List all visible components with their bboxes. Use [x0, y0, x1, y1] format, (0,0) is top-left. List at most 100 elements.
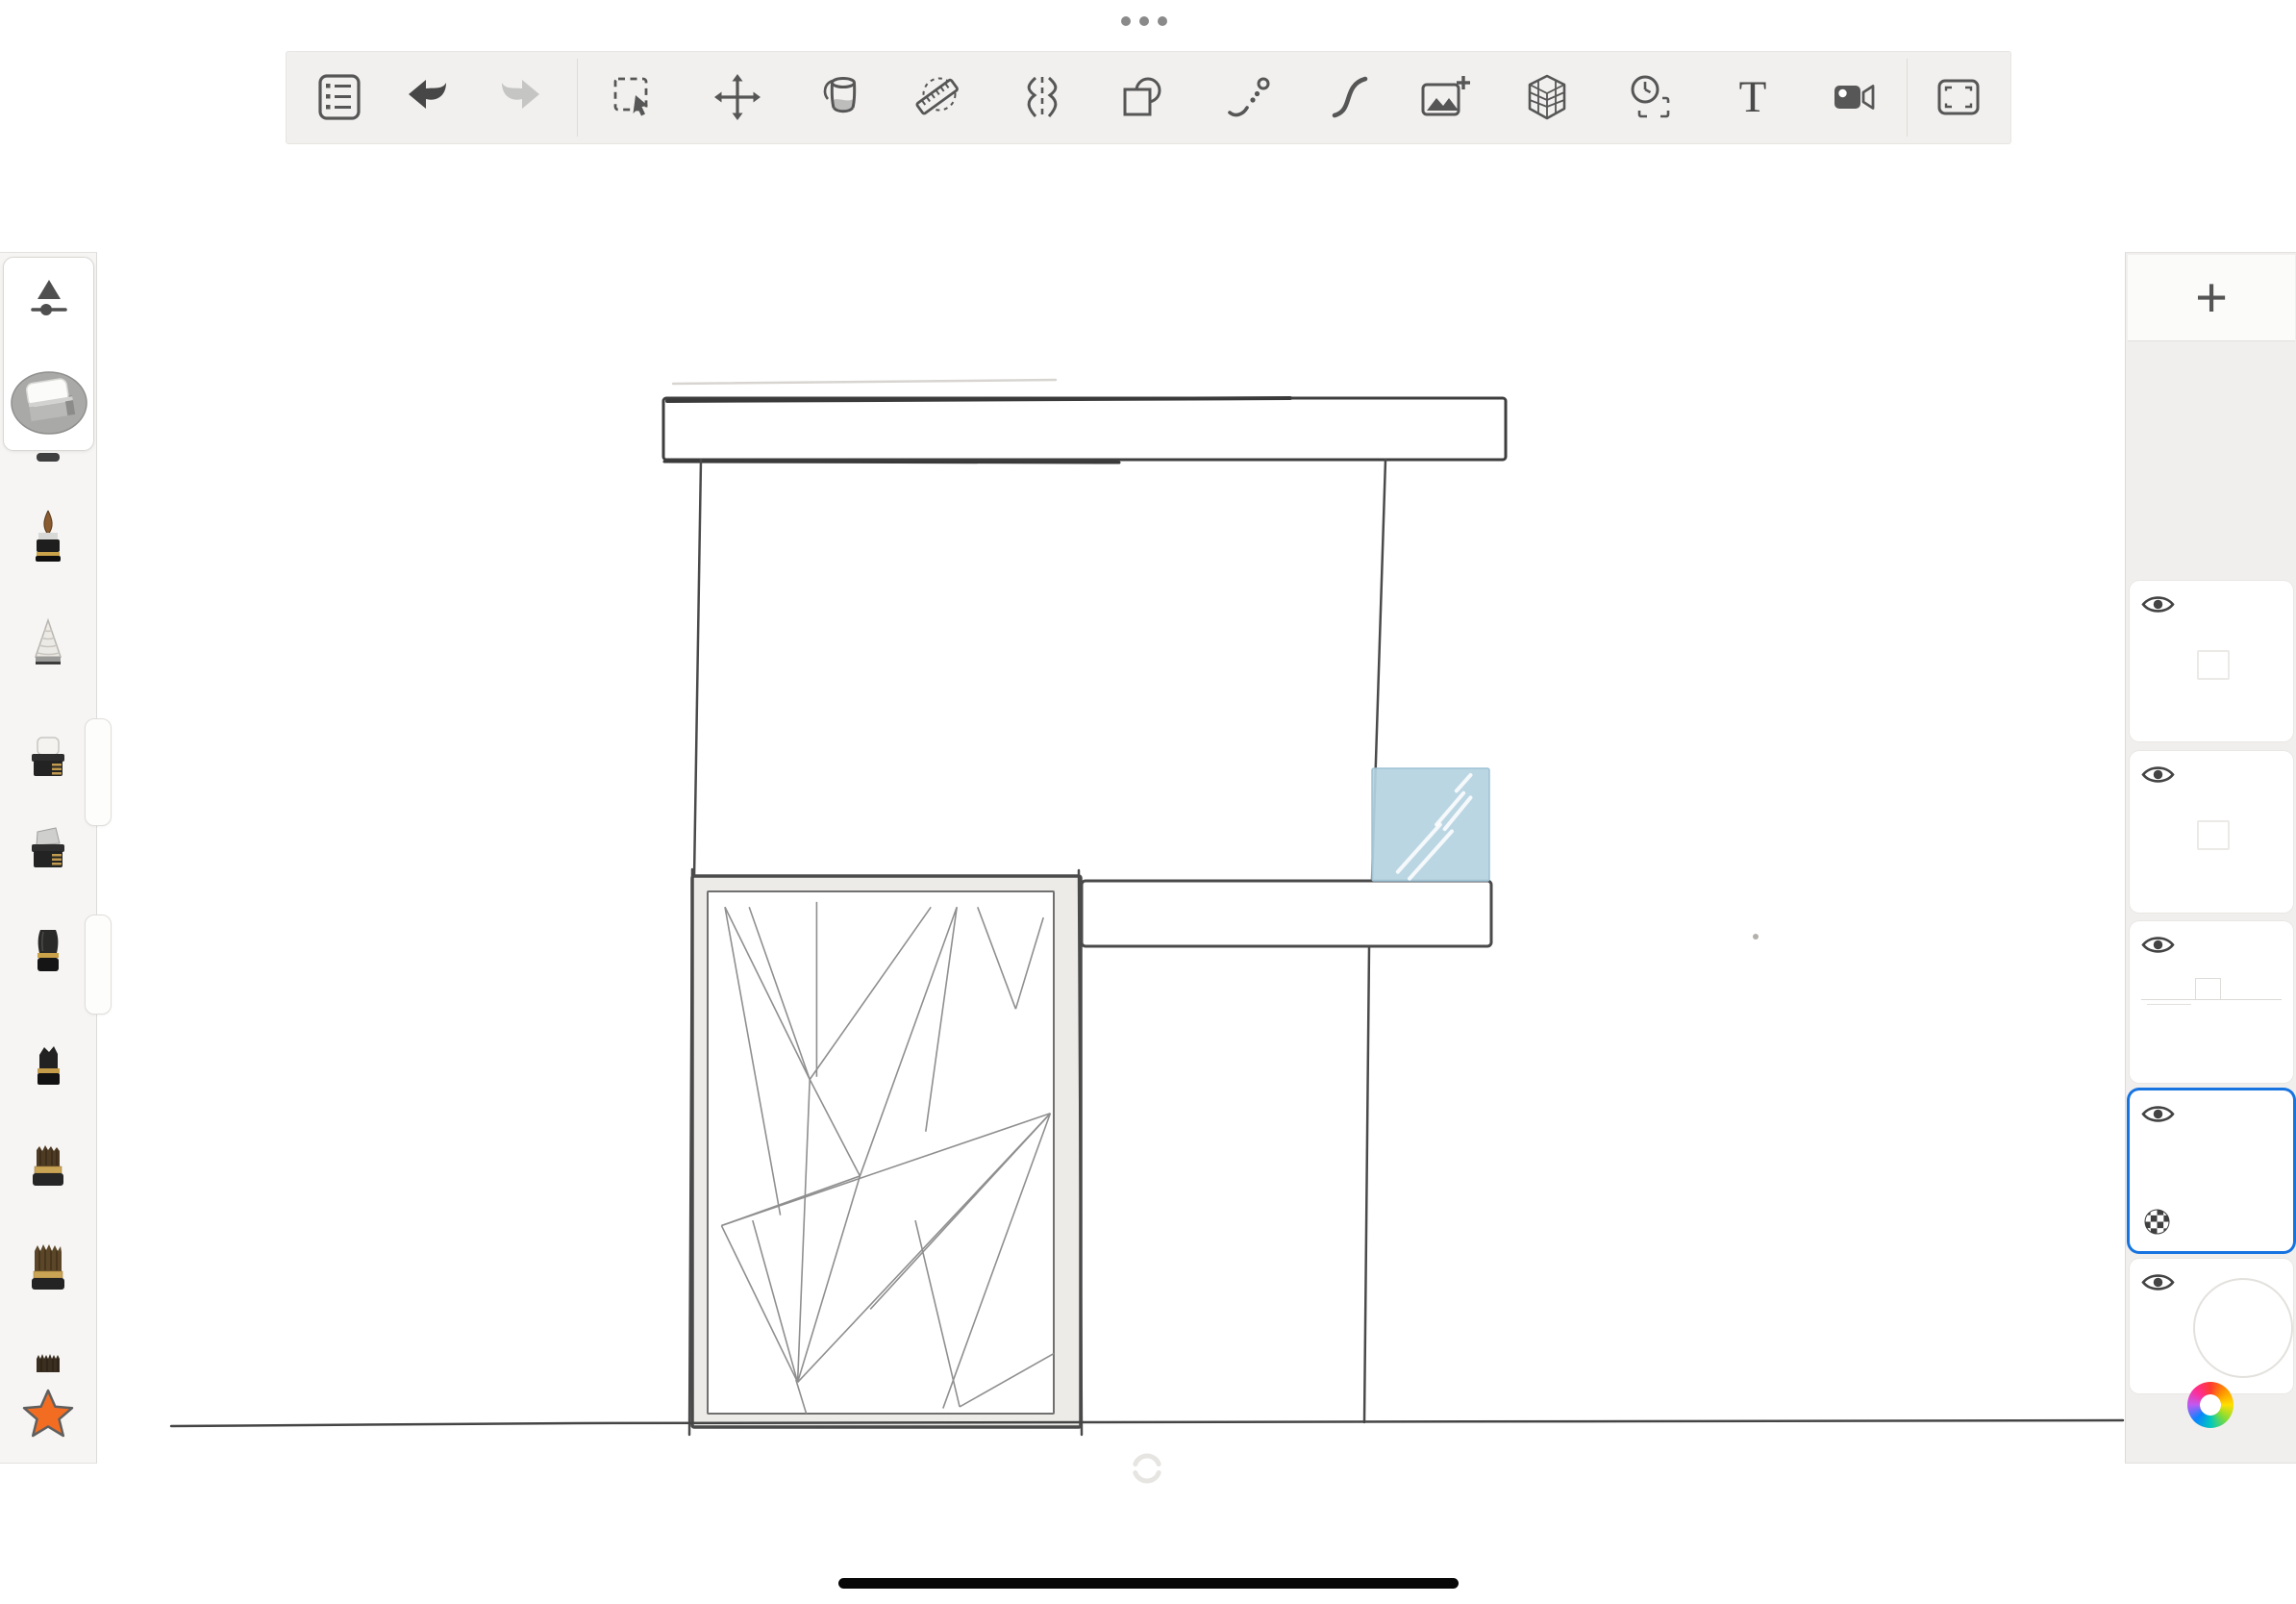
- pencil-icon: [17, 613, 79, 674]
- text-tool-icon: T: [1726, 70, 1780, 124]
- brush-pencil[interactable]: [17, 613, 79, 674]
- brush-flat-marker[interactable]: [17, 728, 79, 789]
- add-image-icon: [1416, 70, 1470, 124]
- fullscreen-button[interactable]: [1932, 70, 1985, 124]
- wide-brush-icon: [17, 1240, 79, 1301]
- layer-opacity-checker-icon[interactable]: [2144, 1209, 2170, 1235]
- toolbar-divider: [1907, 59, 1908, 137]
- menu-icon: [312, 70, 366, 124]
- shapes-tool-button[interactable]: [1116, 70, 1170, 124]
- selection-icon: [607, 70, 661, 124]
- flat-brush-icon: [17, 1137, 79, 1198]
- color-wheel-button[interactable]: [2187, 1382, 2234, 1428]
- eye-icon: [2140, 1101, 2176, 1127]
- redo-button[interactable]: [493, 70, 547, 124]
- stray-dot: [1753, 934, 1759, 940]
- layer-card[interactable]: [2130, 1259, 2293, 1393]
- tool-adjust-button[interactable]: [26, 275, 72, 321]
- layer-visibility-eye-icon[interactable]: [2140, 1101, 2176, 1127]
- toolbar-divider: [577, 59, 578, 137]
- stroke-tool-button[interactable]: [1323, 70, 1377, 124]
- layer-thumbnail-sketch-line: [2141, 999, 2282, 1000]
- layer-thumbnail-sketch: [2195, 978, 2221, 1000]
- star-icon: [17, 1383, 79, 1444]
- layer-thumbnail-ellipse: [2193, 1278, 2293, 1378]
- spline-icon: [1221, 70, 1275, 124]
- layer-visibility-eye-icon[interactable]: [2140, 932, 2176, 958]
- brush-bristle-brush[interactable]: [17, 1322, 79, 1384]
- ruler-icon: [911, 70, 964, 124]
- sidebar-scroll-handle[interactable]: [85, 718, 112, 826]
- roof-guide-stroke: [673, 380, 1056, 384]
- layer-visibility-eye-icon[interactable]: [2140, 1269, 2176, 1295]
- ground-line: [171, 1420, 2123, 1426]
- brush-chisel-marker[interactable]: [17, 922, 79, 984]
- move-icon: [711, 70, 764, 124]
- layer-card-selected[interactable]: [2130, 1090, 2293, 1251]
- crayon-icon: [17, 1036, 79, 1097]
- app-screen: { "app": {"kind": "tablet sketching app"…: [0, 0, 2296, 1604]
- fullscreen-icon: [1932, 70, 1985, 124]
- redo-icon: [493, 70, 547, 124]
- video-button[interactable]: [1828, 70, 1882, 124]
- right-wall-lower: [1364, 946, 1369, 1422]
- layer-visibility-eye-icon[interactable]: [2140, 591, 2176, 617]
- symmetry-tool-button[interactable]: [1015, 70, 1069, 124]
- perspective-tool-button[interactable]: [1520, 70, 1574, 124]
- timelapse-button[interactable]: [1624, 70, 1678, 124]
- measure-tool-button[interactable]: [911, 70, 964, 124]
- video-camera-icon: [1828, 70, 1882, 124]
- brush-angled-marker[interactable]: [17, 820, 79, 882]
- curve-stroke-icon: [1323, 70, 1377, 124]
- layer-visibility-eye-icon[interactable]: [2140, 762, 2176, 788]
- rotate-arrows-glyph: [1127, 1448, 1167, 1489]
- size-slider-icon: [26, 275, 72, 321]
- select-tool-button[interactable]: [607, 70, 661, 124]
- fill-tool-button[interactable]: [816, 70, 870, 124]
- roof-slab-bottom-accent: [664, 462, 1119, 463]
- brush-ink-brush[interactable]: [17, 505, 79, 566]
- undo-icon: [401, 70, 455, 124]
- angled-marker-icon: [17, 820, 79, 882]
- fill-bucket-icon: [816, 70, 870, 124]
- brush-flat-brush[interactable]: [17, 1137, 79, 1198]
- hidden-tool-peek[interactable]: [37, 453, 60, 462]
- roof-slab: [663, 398, 1506, 460]
- toolbar: T: [286, 51, 2011, 144]
- symmetry-icon: [1015, 70, 1069, 124]
- menu-button[interactable]: [312, 70, 366, 124]
- left-wall: [694, 460, 701, 878]
- checker-icon: [2144, 1209, 2170, 1235]
- add-layer-button[interactable]: +: [2128, 255, 2295, 341]
- bristle-brush-icon: [17, 1322, 79, 1384]
- add-image-button[interactable]: [1416, 70, 1470, 124]
- mid-floor-slab: [1082, 881, 1491, 946]
- favorites-star-button[interactable]: [17, 1383, 79, 1444]
- brush-eraser[interactable]: [9, 368, 89, 438]
- selected-tool-popup: [3, 257, 94, 451]
- spline-tool-button[interactable]: [1221, 70, 1275, 124]
- layer-card[interactable]: [2130, 751, 2293, 913]
- layer-card[interactable]: [2130, 581, 2293, 741]
- move-tool-button[interactable]: [711, 70, 764, 124]
- eye-icon: [2140, 1269, 2176, 1295]
- brush-wide-brush[interactable]: [17, 1240, 79, 1301]
- eye-icon: [2140, 591, 2176, 617]
- eye-icon: [2140, 932, 2176, 958]
- layer-card[interactable]: [2130, 921, 2293, 1083]
- canvas-drawing[interactable]: [0, 0, 2296, 1604]
- shapes-icon: [1116, 70, 1170, 124]
- canvas-rotate-reset-icon[interactable]: [1127, 1448, 1167, 1489]
- window-glass: [1372, 768, 1489, 881]
- chisel-marker-icon: [17, 922, 79, 984]
- brush-sidebar: [0, 252, 97, 1464]
- eraser-icon: [9, 368, 89, 438]
- brush-crayon[interactable]: [17, 1036, 79, 1097]
- layer-thumbnail-square: [2197, 650, 2230, 680]
- text-tool-button[interactable]: T: [1726, 70, 1780, 124]
- layer-thumbnail-sketch-line: [2147, 1004, 2191, 1005]
- sidebar-scroll-handle[interactable]: [85, 915, 112, 1015]
- eye-icon: [2140, 762, 2176, 788]
- flat-marker-icon: [17, 728, 79, 789]
- undo-button[interactable]: [401, 70, 455, 124]
